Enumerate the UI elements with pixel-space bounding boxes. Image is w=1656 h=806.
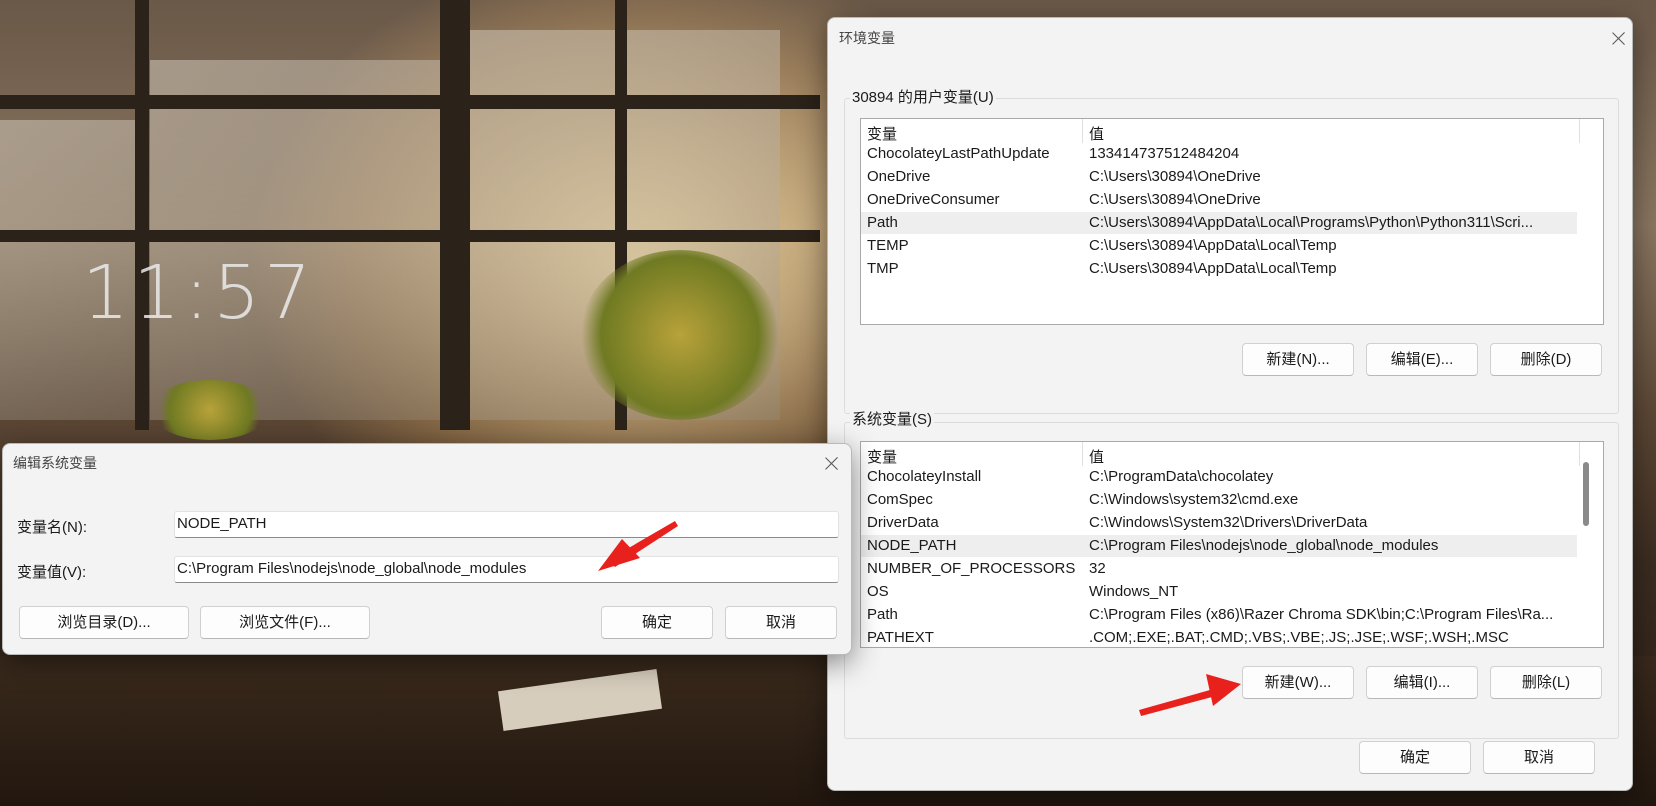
- arrow-to-value-field: [598, 521, 678, 571]
- annotation-arrows: [598, 521, 1241, 716]
- arrow-to-new-button: [1139, 674, 1241, 716]
